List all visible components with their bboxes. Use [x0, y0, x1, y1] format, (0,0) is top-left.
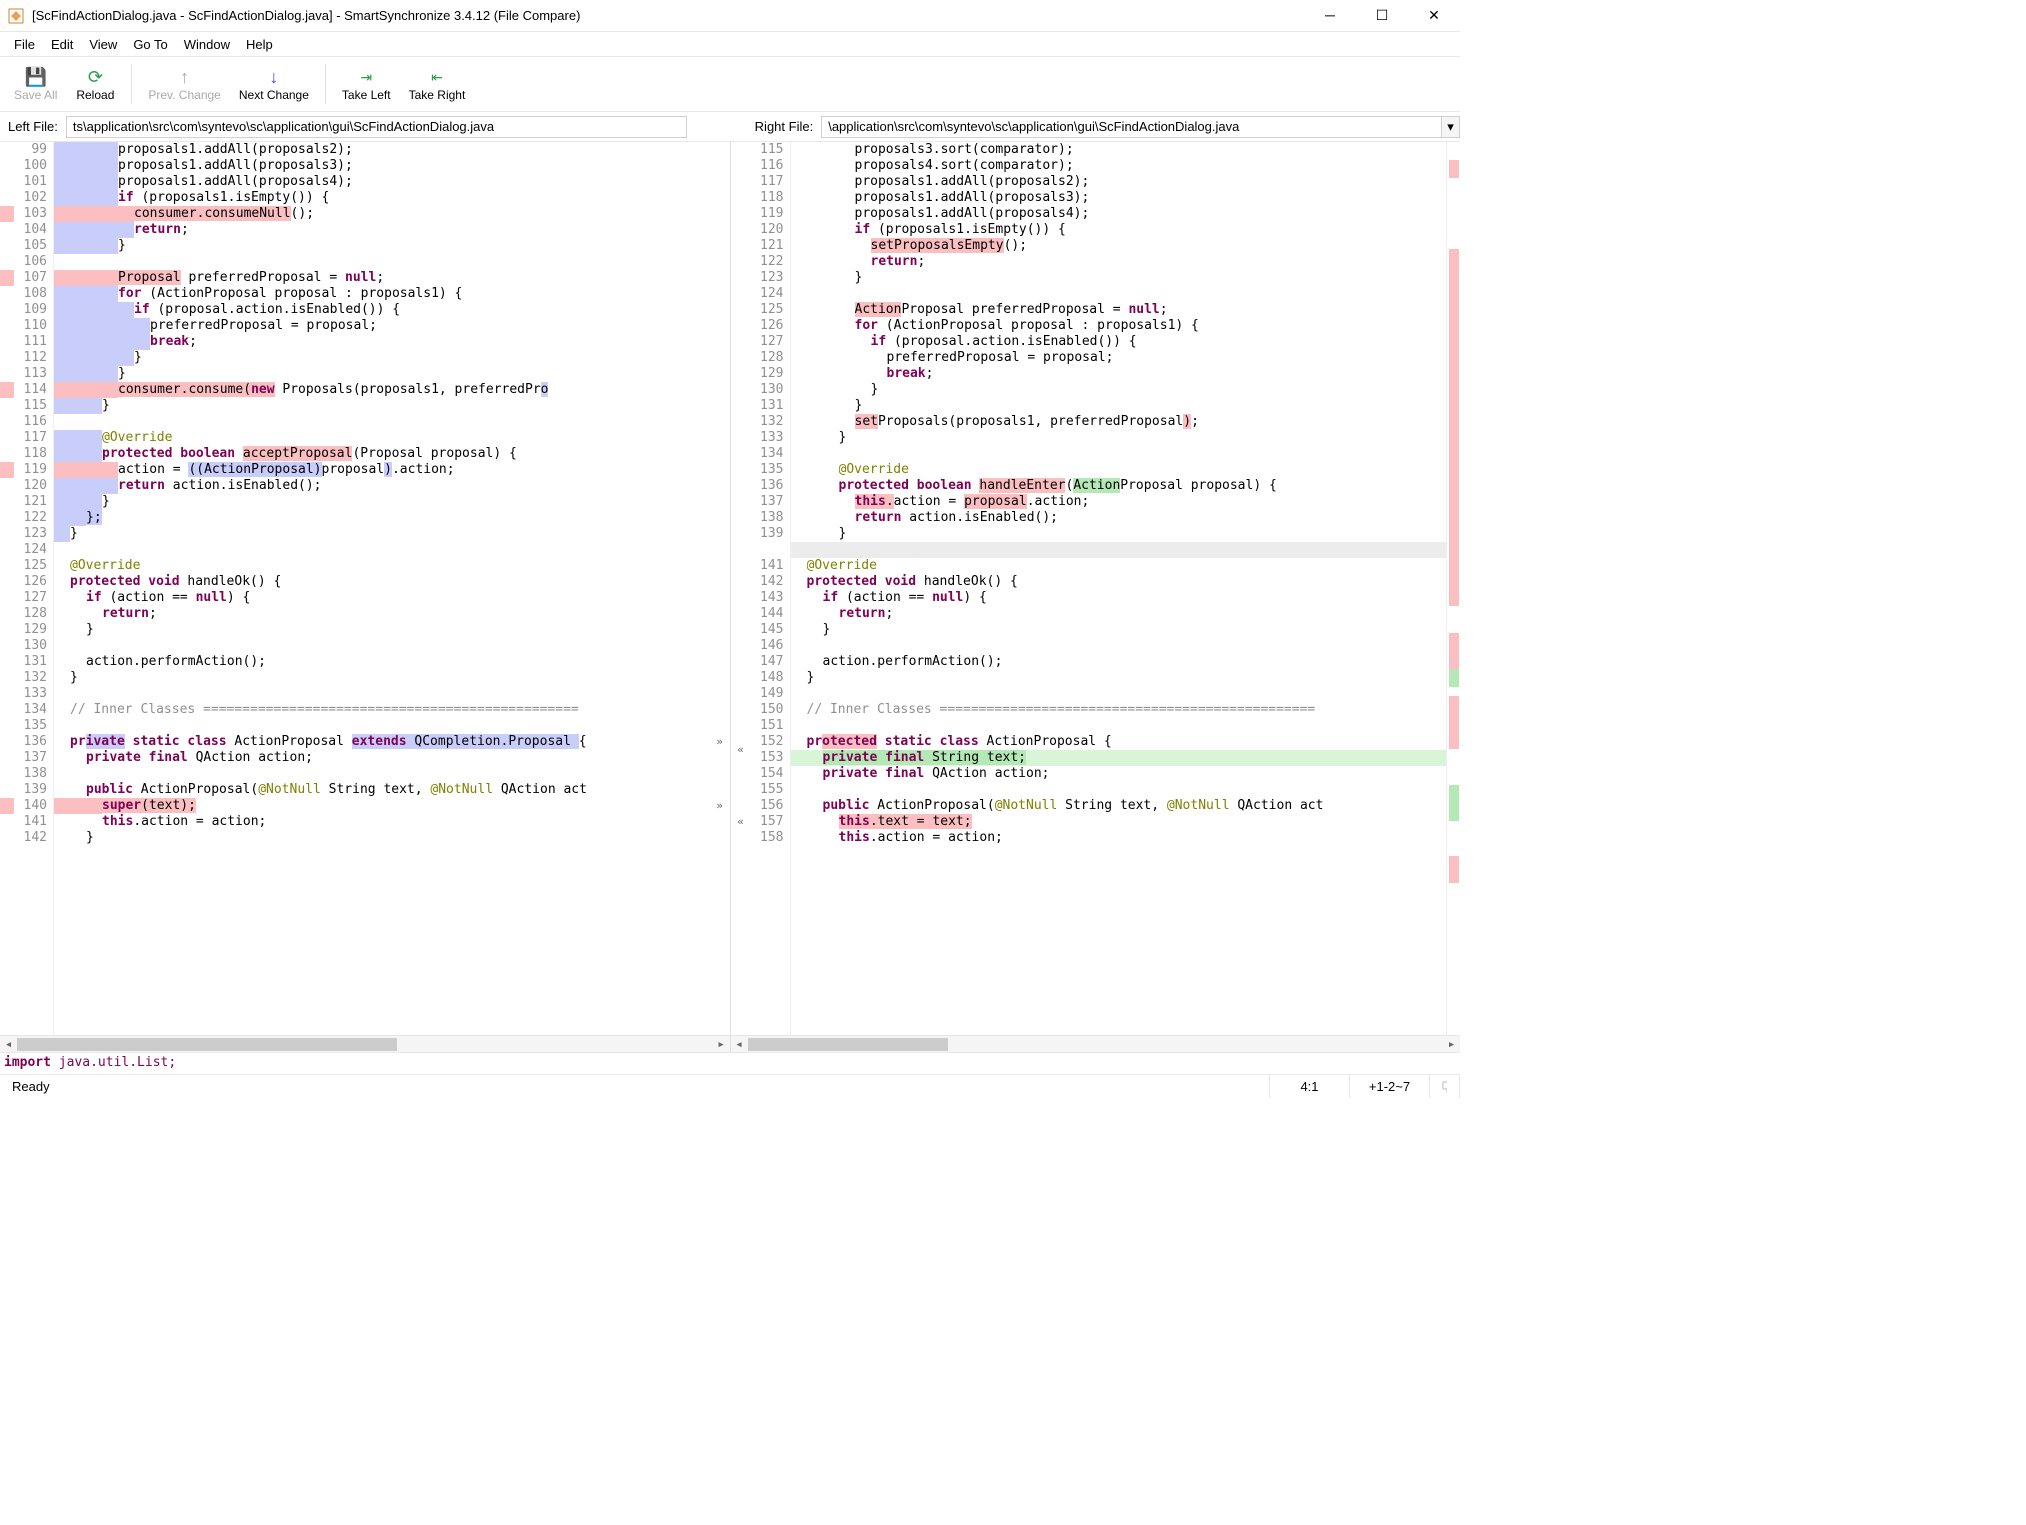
menubar: File Edit View Go To Window Help — [0, 32, 1460, 56]
left-file-path[interactable]: ts\application\src\com\syntevo\sc\applic… — [66, 116, 687, 138]
status-comment-icon[interactable] — [1430, 1075, 1460, 1098]
close-button[interactable]: ✕ — [1416, 7, 1452, 24]
reload-icon: ⟳ — [88, 66, 103, 88]
right-file-label: Right File: — [747, 119, 822, 134]
right-hscrollbar[interactable]: ◂ ▸ — [731, 1035, 1461, 1052]
status-ready: Ready — [0, 1075, 1270, 1098]
left-gutter: 9910010110210310410510610710810911011111… — [14, 142, 54, 1035]
take-left-icon: ⇥ — [360, 66, 372, 88]
prev-change-button[interactable]: ↑ Prev. Change — [140, 58, 229, 110]
left-pane: 9910010110210310410510610710810911011111… — [0, 142, 731, 1052]
right-file-path[interactable]: \application\src\com\syntevo\sc\applicat… — [821, 116, 1442, 138]
left-file-label: Left File: — [0, 119, 66, 134]
arrow-up-icon: ↑ — [180, 66, 189, 88]
menu-help[interactable]: Help — [240, 35, 279, 54]
overview-ruler[interactable] — [1446, 142, 1460, 1035]
toolbar: 💾 Save All ⟳ Reload ↑ Prev. Change ↓ Nex… — [0, 56, 1460, 112]
window-title: [ScFindActionDialog.java - ScFindActionD… — [32, 8, 1312, 23]
menu-edit[interactable]: Edit — [45, 35, 79, 54]
menu-window[interactable]: Window — [178, 35, 236, 54]
toolbar-separator — [131, 64, 132, 104]
take-right-icon: ⇤ — [431, 66, 443, 88]
minimize-button[interactable]: ─ — [1312, 7, 1348, 24]
left-change-strip — [0, 142, 14, 1035]
reload-button[interactable]: ⟳ Reload — [67, 58, 123, 110]
save-icon: 💾 — [24, 66, 46, 88]
arrow-down-icon: ↓ — [269, 66, 278, 88]
next-change-button[interactable]: ↓ Next Change — [231, 58, 317, 110]
left-merge-gutter: »» — [710, 142, 730, 1035]
diff-area: 9910010110210310410510610710810911011111… — [0, 142, 1460, 1052]
status-diff-count: +1-2~7 — [1350, 1075, 1430, 1098]
bottom-line: import java.util.List; — [0, 1052, 1460, 1074]
pathbar: Left File: ts\application\src\com\syntev… — [0, 112, 1460, 142]
menu-goto[interactable]: Go To — [127, 35, 173, 54]
path-dropdown-button[interactable]: ▾ — [1442, 116, 1460, 138]
right-pane: «« 1151161171181191201211221231241251261… — [731, 142, 1461, 1052]
right-code[interactable]: proposals3.sort(comparator);proposals4.s… — [791, 142, 1447, 1035]
status-position: 4:1 — [1270, 1075, 1350, 1098]
save-all-button[interactable]: 💾 Save All — [6, 58, 65, 110]
merge-right-button[interactable]: » — [710, 798, 730, 814]
toolbar-separator — [325, 64, 326, 104]
menu-file[interactable]: File — [8, 35, 41, 54]
merge-left-button[interactable]: « — [731, 814, 751, 830]
take-right-button[interactable]: ⇤ Take Right — [401, 58, 474, 110]
right-merge-gutter: «« — [731, 142, 751, 1035]
app-icon — [8, 8, 24, 24]
statusbar: Ready 4:1 +1-2~7 — [0, 1074, 1460, 1098]
maximize-button[interactable]: ☐ — [1364, 7, 1400, 24]
left-hscrollbar[interactable]: ◂ ▸ — [0, 1035, 730, 1052]
titlebar: [ScFindActionDialog.java - ScFindActionD… — [0, 0, 1460, 32]
right-gutter: 1151161171181191201211221231241251261271… — [751, 142, 791, 1035]
merge-right-button[interactable]: » — [710, 734, 730, 750]
merge-left-button[interactable]: « — [731, 742, 751, 758]
take-left-button[interactable]: ⇥ Take Left — [334, 58, 399, 110]
menu-view[interactable]: View — [83, 35, 123, 54]
left-code[interactable]: proposals1.addAll(proposals2);proposals1… — [54, 142, 710, 1035]
